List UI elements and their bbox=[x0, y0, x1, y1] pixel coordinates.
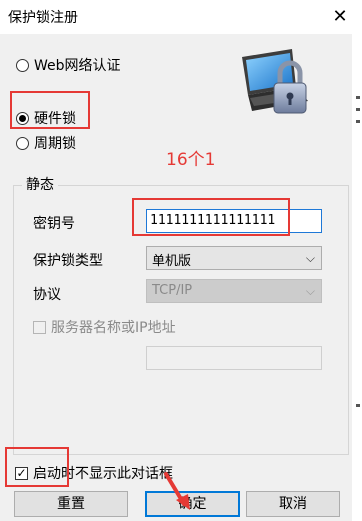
server-address-input bbox=[146, 346, 322, 370]
protocol-value: TCP/IP bbox=[152, 283, 193, 298]
radio-web-auth-label: Web网络认证 bbox=[34, 58, 121, 74]
server-checkbox: 服务器名称或IP地址 bbox=[33, 317, 176, 337]
radio-circle bbox=[16, 136, 29, 150]
background-window-edge bbox=[352, 34, 362, 521]
protocol-label: 协议 bbox=[33, 287, 61, 303]
radio-period-lock[interactable]: 周期锁 bbox=[16, 133, 76, 153]
protocol-select: TCP/IP ⌵ bbox=[146, 279, 322, 303]
annotation-highlight-key bbox=[132, 198, 290, 236]
static-group-title: 静态 bbox=[22, 174, 58, 194]
radio-web-auth[interactable]: Web网络认证 bbox=[16, 55, 121, 75]
cancel-button[interactable]: 取消 bbox=[246, 491, 340, 517]
title-bar: 保护锁注册 ✕ bbox=[0, 0, 362, 34]
lock-type-select[interactable]: 单机版 ⌵ bbox=[146, 246, 322, 270]
annotation-note: 16个1 bbox=[166, 150, 216, 170]
lock-type-label: 保护锁类型 bbox=[33, 253, 103, 269]
key-label: 密钥号 bbox=[33, 216, 75, 232]
radio-period-lock-label: 周期锁 bbox=[34, 136, 76, 152]
server-checkbox-label: 服务器名称或IP地址 bbox=[51, 320, 176, 336]
annotation-arrow-icon bbox=[164, 472, 190, 510]
laptop-lock-icon bbox=[242, 49, 308, 114]
annotation-highlight-hardware bbox=[10, 91, 90, 129]
checkbox-square bbox=[33, 320, 46, 334]
reset-button[interactable]: 重置 bbox=[14, 491, 128, 517]
chevron-down-icon: ⌵ bbox=[305, 284, 315, 298]
window-title: 保护锁注册 bbox=[8, 10, 78, 26]
annotation-highlight-startup bbox=[5, 447, 69, 487]
license-dialog: 保护锁注册 ✕ Web网络认证 硬件锁 周期锁 16个1 静态 密钥号 1111… bbox=[0, 0, 362, 521]
lock-type-value: 单机版 bbox=[152, 254, 192, 269]
chevron-down-icon: ⌵ bbox=[305, 251, 315, 265]
radio-circle bbox=[16, 58, 29, 72]
close-icon[interactable]: ✕ bbox=[318, 0, 362, 34]
